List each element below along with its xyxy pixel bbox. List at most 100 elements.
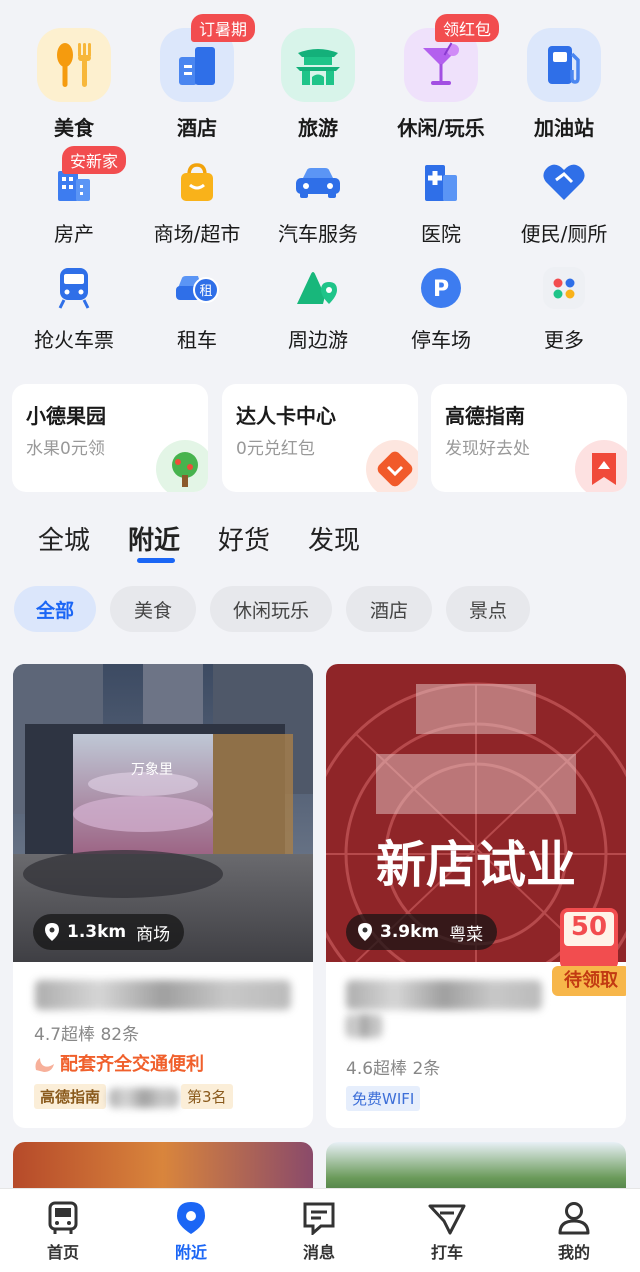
location-pin-icon xyxy=(177,1202,205,1234)
rating-text: 4.7超棒 82条 xyxy=(34,1025,140,1045)
blurred-rank xyxy=(109,1088,179,1108)
tab-goods[interactable]: 好货 xyxy=(218,520,270,557)
grid-item-parking[interactable]: P 停车场 xyxy=(377,258,505,353)
grid-label: 医院 xyxy=(421,222,461,246)
nav-messages[interactable]: 消息 xyxy=(269,1201,369,1263)
grid-label: 房产 xyxy=(54,222,94,246)
grid-label: 便民/厕所 xyxy=(520,222,608,246)
mall-icon xyxy=(160,152,234,212)
grid-label: 休闲/玩乐 xyxy=(397,116,485,140)
feed-tabs: 全城 附近 好货 发现 xyxy=(0,512,640,572)
bookmark-icon xyxy=(575,440,627,492)
grid-label: 酒店 xyxy=(177,116,217,140)
highlight: 配套齐全交通便利 xyxy=(34,1050,204,1076)
hospital-icon xyxy=(404,152,478,212)
grid-label: 周边游 xyxy=(288,328,348,352)
coupon-label: 待领取 xyxy=(552,966,626,996)
promo-card-talent[interactable]: 达人卡中心 0元兑红包 xyxy=(222,384,418,492)
grid-item-travel[interactable]: 旅游 xyxy=(254,28,382,141)
grid-label: 美食 xyxy=(54,116,94,140)
grid-item-hospital[interactable]: 医院 xyxy=(377,152,505,247)
promo-card-guide[interactable]: 高德指南 发现好去处 xyxy=(431,384,627,492)
grid-label: 租车 xyxy=(177,328,217,352)
promo-subtitle: 发现好去处 xyxy=(445,439,530,459)
bus-home-icon xyxy=(48,1201,78,1234)
filter-all[interactable]: 全部 xyxy=(14,586,96,632)
distance-tag: 1.3km 商场 xyxy=(33,914,185,950)
distance-tag: 3.9km 粤菜 xyxy=(346,914,498,950)
nav-label: 消息 xyxy=(302,1243,335,1262)
grid-item-more[interactable]: 更多 xyxy=(500,258,628,353)
nav-taxi[interactable]: 打车 xyxy=(397,1201,497,1263)
grid-item-nearby-tour[interactable]: 周边游 xyxy=(254,258,382,353)
fruit-tree-icon xyxy=(156,440,208,492)
grid-item-real-estate[interactable]: 房产 安新家 xyxy=(10,146,138,247)
headline-text: 新店试业 xyxy=(376,836,576,894)
distance-value: 1.3km xyxy=(67,922,127,942)
grid-label: 旅游 xyxy=(298,116,338,140)
taxi-icon xyxy=(428,1204,466,1235)
svg-text:租: 租 xyxy=(199,284,212,299)
promo-badge: 安新家 xyxy=(62,146,127,174)
active-tab-indicator xyxy=(137,558,175,563)
blurred-title xyxy=(35,980,291,1010)
promo-subtitle: 0元兑红包 xyxy=(236,439,315,459)
grid-label: 加油站 xyxy=(534,116,594,140)
poi-card-mall[interactable]: 万象里 1.3km 商场 4.7超棒 82条 配套齐全交通便利 高德指南 第3名 xyxy=(13,664,313,1128)
grid-item-hotel[interactable]: 酒店 订暑期 xyxy=(133,14,261,141)
diamond-card-icon xyxy=(366,440,418,492)
grid-item-convenience[interactable]: 便民/厕所 xyxy=(500,152,628,247)
promo-badge: 订暑期 xyxy=(191,14,256,42)
grid-label: 更多 xyxy=(544,328,584,352)
promo-badge: 领红包 xyxy=(435,14,500,42)
tab-nearby[interactable]: 附近 xyxy=(128,520,180,557)
location-pin-icon xyxy=(358,923,372,941)
poi-card-restaurant[interactable]: 新店试业 3.9km 粤菜 50 待领取 4.6超棒 2条 免费WIFI xyxy=(326,664,626,1128)
grid-label: 停车场 xyxy=(411,328,471,352)
car-rental-icon: 租 xyxy=(160,258,234,318)
promo-card-orchard[interactable]: 小德果园 水果0元领 xyxy=(12,384,208,492)
filter-hotel[interactable]: 酒店 xyxy=(346,586,432,632)
nav-label: 我的 xyxy=(557,1243,590,1262)
grid-item-car-service[interactable]: 汽车服务 xyxy=(254,152,382,247)
nav-home[interactable]: 首页 xyxy=(13,1201,113,1263)
coupon-value: 50 xyxy=(564,912,614,946)
parking-icon: P xyxy=(404,258,478,318)
category-label: 粤菜 xyxy=(449,924,484,945)
nav-label: 首页 xyxy=(46,1243,79,1262)
filter-scenic[interactable]: 景点 xyxy=(446,586,530,632)
message-icon xyxy=(303,1202,335,1235)
filter-leisure[interactable]: 休闲玩乐 xyxy=(210,586,332,632)
grid-item-mall[interactable]: 商场/超市 xyxy=(133,152,261,247)
nav-nearby[interactable]: 附近 xyxy=(141,1201,241,1263)
filter-food[interactable]: 美食 xyxy=(110,586,196,632)
guide-rank: 第3名 xyxy=(181,1084,233,1109)
promo-subtitle: 水果0元领 xyxy=(26,439,105,459)
coupon-badge[interactable]: 50 待领取 xyxy=(552,908,626,1000)
nav-label: 打车 xyxy=(430,1243,463,1262)
food-icon xyxy=(37,28,111,102)
thumb-up-icon xyxy=(35,1058,54,1072)
travel-icon xyxy=(281,28,355,102)
category-label: 商场 xyxy=(136,924,171,945)
distance-value: 3.9km xyxy=(380,922,440,942)
mall-sign: 万象里 xyxy=(131,762,173,778)
bottom-nav: 首页 附近 消息 打车 我的 xyxy=(0,1188,640,1272)
convenience-icon xyxy=(527,152,601,212)
grid-item-train-ticket[interactable]: 抢火车票 xyxy=(10,258,138,353)
location-pin-icon xyxy=(45,923,59,941)
tab-city[interactable]: 全城 xyxy=(38,520,90,557)
train-ticket-icon xyxy=(37,258,111,318)
promo-title: 小德果园 xyxy=(26,404,106,428)
service-grid: 美食 酒店 订暑期 旅游 休闲/玩乐 领红包 加油站 房产 安新家 商场/超市 … xyxy=(0,0,640,370)
rating-text: 4.6超棒 2条 xyxy=(346,1059,441,1079)
grid-item-leisure[interactable]: 休闲/玩乐 领红包 xyxy=(377,14,505,141)
nearby-tour-icon xyxy=(281,258,355,318)
grid-item-gas-station[interactable]: 加油站 xyxy=(500,28,628,141)
user-icon xyxy=(558,1202,590,1235)
grid-item-car-rental[interactable]: 租 租车 xyxy=(133,258,261,353)
filter-chips: 全部 美食 休闲玩乐 酒店 景点 xyxy=(0,586,640,634)
nav-profile[interactable]: 我的 xyxy=(524,1201,624,1263)
grid-item-food[interactable]: 美食 xyxy=(10,28,138,141)
tab-discover[interactable]: 发现 xyxy=(308,520,360,557)
